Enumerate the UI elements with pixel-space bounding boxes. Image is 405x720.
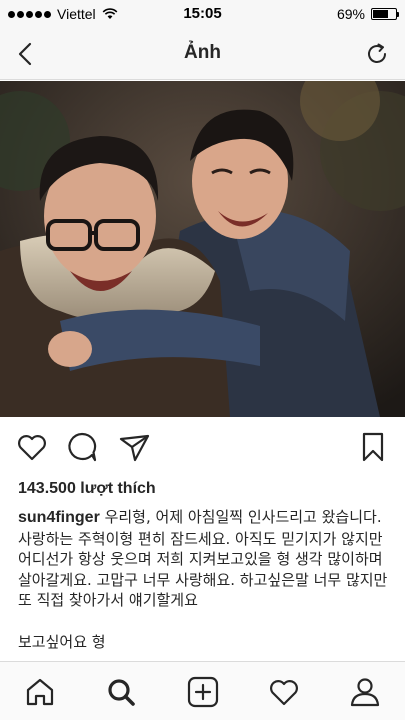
status-right: 69% [336, 6, 399, 22]
search-icon[interactable] [104, 675, 138, 709]
post-actions [0, 430, 405, 466]
status-bar: Viettel 15:05 69% [0, 0, 405, 28]
post-caption: sun4finger 우리형, 어제 아침일찍 인사드리고 왔습니다. 사랑하는… [18, 507, 396, 611]
caption-username[interactable]: sun4finger [18, 509, 100, 526]
bookmark-icon[interactable] [356, 430, 390, 464]
nav-bar: Ảnh [0, 28, 405, 80]
caption-text-2: 보고싶어요 형 [18, 633, 106, 651]
post-photo-image [0, 81, 405, 417]
battery-percent: 69% [336, 6, 365, 22]
heart-icon[interactable] [15, 430, 49, 464]
add-post-icon[interactable] [186, 675, 220, 709]
battery-fill [373, 10, 388, 18]
paper-plane-icon[interactable] [117, 430, 151, 464]
battery-icon [371, 8, 399, 20]
like-count[interactable]: 143.500 lượt thích [18, 480, 156, 498]
page-title: Ảnh [184, 42, 221, 63]
tab-bar [0, 661, 405, 720]
refresh-icon[interactable] [363, 40, 391, 68]
home-icon[interactable] [23, 675, 57, 709]
post-photo[interactable] [0, 81, 405, 417]
profile-icon[interactable] [348, 675, 382, 709]
comment-icon[interactable] [65, 430, 99, 464]
activity-heart-icon[interactable] [267, 675, 301, 709]
